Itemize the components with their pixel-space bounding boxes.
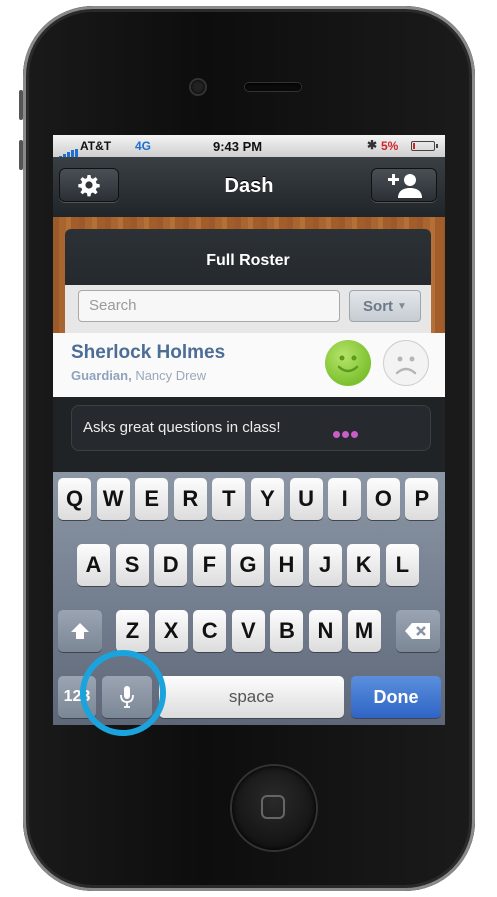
- key-m[interactable]: M: [347, 610, 381, 652]
- space-key[interactable]: space: [159, 676, 344, 718]
- student-name: Sherlock Holmes: [71, 342, 226, 363]
- add-person-icon: [388, 174, 422, 198]
- sort-label: Sort: [363, 297, 394, 315]
- front-camera: [191, 80, 205, 94]
- roster-title: Full Roster: [206, 252, 290, 269]
- key-l[interactable]: L: [385, 544, 419, 586]
- network-type: 4G: [135, 139, 152, 153]
- sad-face-button[interactable]: [383, 340, 429, 386]
- key-t[interactable]: T: [212, 478, 246, 520]
- nav-bar: Dash: [53, 157, 445, 217]
- key-c[interactable]: C: [193, 610, 227, 652]
- smiley-icon: [337, 355, 359, 373]
- key-w[interactable]: W: [96, 478, 130, 520]
- volume-button: [19, 140, 23, 170]
- key-g[interactable]: G: [231, 544, 265, 586]
- key-v[interactable]: V: [231, 610, 265, 652]
- key-k[interactable]: K: [347, 544, 381, 586]
- frowny-icon: [395, 356, 417, 375]
- search-input[interactable]: Search: [78, 290, 340, 322]
- comment-field[interactable]: Asks great questions in class!: [71, 405, 431, 451]
- earpiece-speaker: [245, 83, 301, 91]
- key-a[interactable]: A: [77, 544, 110, 586]
- key-o[interactable]: O: [366, 478, 400, 520]
- chevron-down-icon: ▼: [397, 300, 407, 312]
- student-row[interactable]: Sherlock Holmes Guardian, Nancy Drew: [53, 333, 445, 398]
- key-j[interactable]: J: [308, 544, 342, 586]
- add-student-button[interactable]: [371, 168, 437, 202]
- comment-text: Asks great questions in class!: [83, 419, 281, 436]
- key-s[interactable]: S: [115, 544, 149, 586]
- volume-button: [19, 90, 23, 120]
- sort-button[interactable]: Sort ▼: [349, 290, 421, 322]
- delete-key[interactable]: [396, 610, 440, 652]
- bluetooth-icon: ✱: [367, 138, 378, 152]
- key-f[interactable]: F: [192, 544, 226, 586]
- student-guardian-line: Guardian, Nancy Drew: [71, 368, 206, 383]
- key-r[interactable]: R: [173, 478, 207, 520]
- shift-icon: [71, 623, 89, 639]
- key-b[interactable]: B: [270, 610, 304, 652]
- key-e[interactable]: E: [135, 478, 169, 520]
- highlight-circle: [80, 650, 166, 736]
- done-key[interactable]: Done: [351, 676, 441, 718]
- clock: 9:43 PM: [213, 139, 263, 154]
- battery-icon: [411, 141, 438, 151]
- carrier: AT&T: [80, 139, 112, 153]
- delete-icon: [405, 623, 430, 639]
- guardian-name: Nancy Drew: [135, 368, 207, 383]
- key-q[interactable]: Q: [58, 478, 91, 520]
- key-n[interactable]: N: [309, 610, 342, 652]
- happy-face-button[interactable]: [325, 340, 371, 386]
- key-y[interactable]: Y: [251, 478, 284, 520]
- shift-key[interactable]: [58, 610, 102, 652]
- key-h[interactable]: H: [270, 544, 303, 586]
- key-u[interactable]: U: [289, 478, 323, 520]
- key-z[interactable]: Z: [116, 610, 149, 652]
- battery-percent: 5%: [381, 139, 399, 153]
- screen: AT&T 4G 9:43 PM ✱ 5% Dash Full Roster Se…: [53, 135, 445, 725]
- status-bar: AT&T 4G 9:43 PM ✱ 5%: [53, 135, 445, 159]
- home-square-icon: [261, 795, 285, 819]
- guardian-label: Guardian,: [71, 368, 132, 383]
- key-p[interactable]: P: [405, 478, 439, 520]
- comment-area: Asks great questions in class!: [53, 397, 445, 472]
- key-d[interactable]: D: [154, 544, 188, 586]
- key-i[interactable]: I: [328, 478, 362, 520]
- search-bar: Search Sort ▼: [65, 285, 431, 333]
- key-x[interactable]: X: [154, 610, 188, 652]
- more-dots-icon[interactable]: [333, 425, 360, 443]
